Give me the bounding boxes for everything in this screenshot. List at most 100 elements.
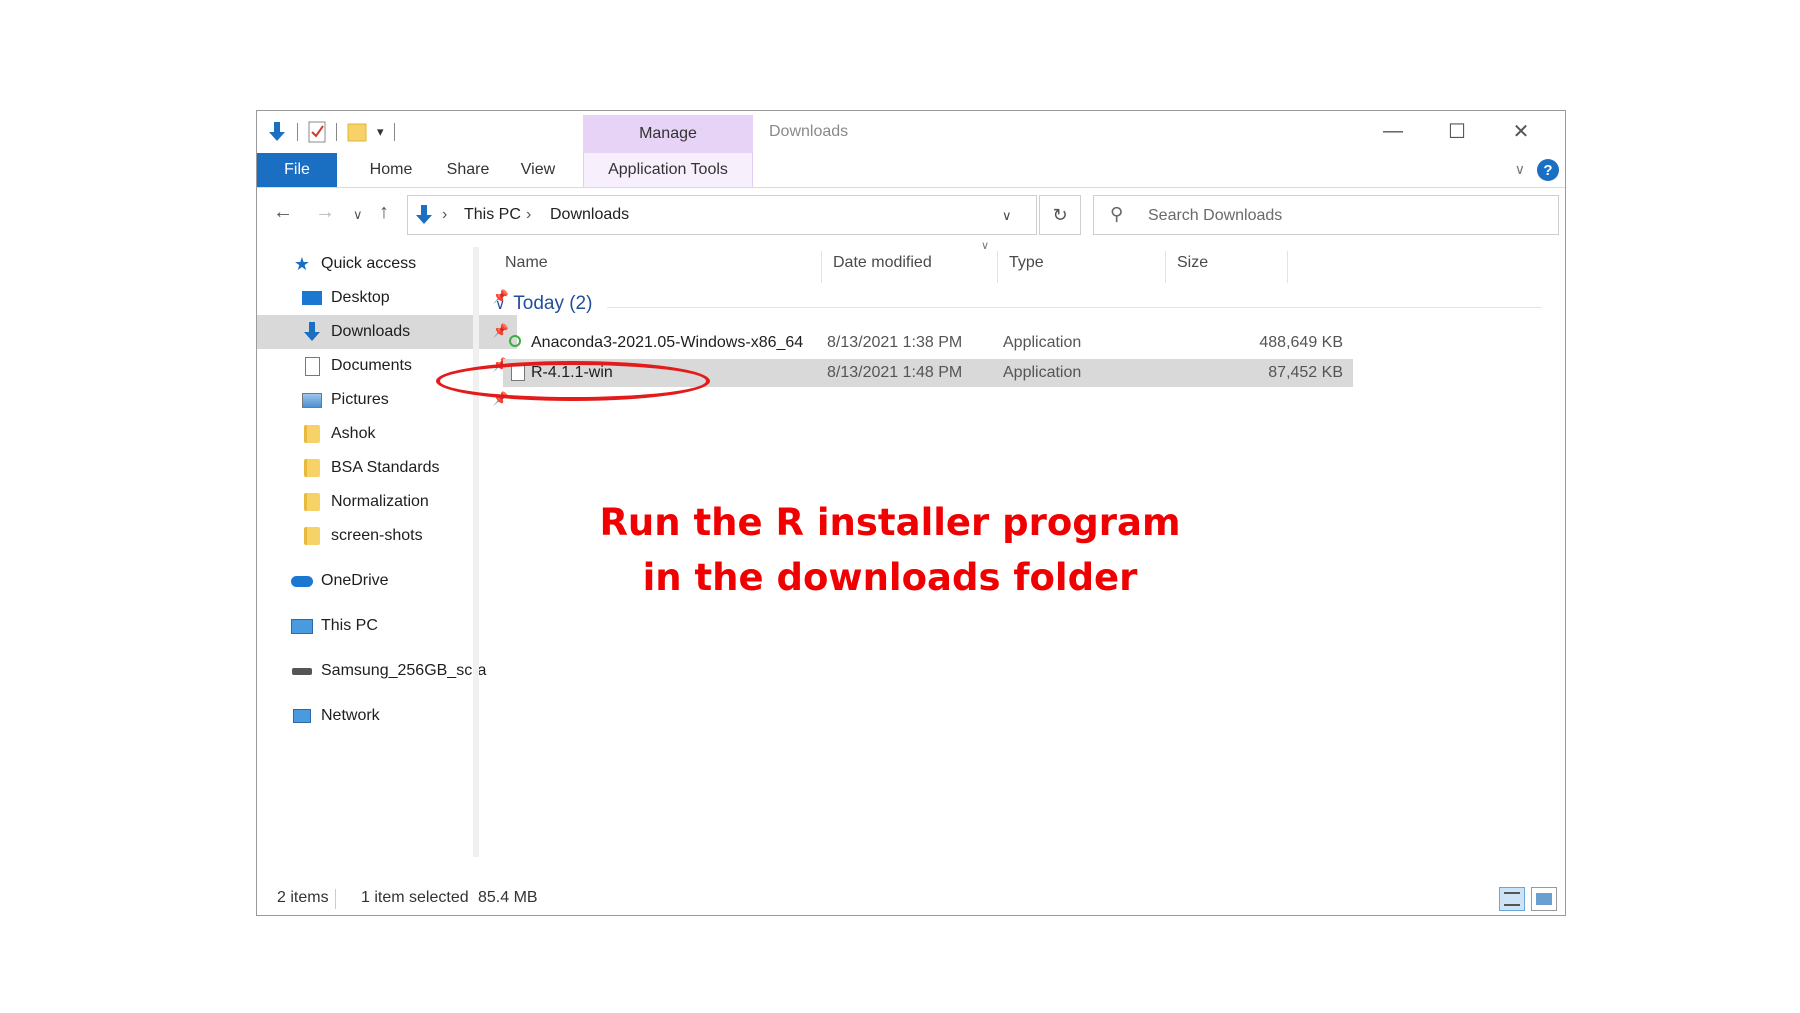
pictures-icon xyxy=(301,390,323,410)
sidebar-item-desktop[interactable]: Desktop 📌 xyxy=(257,281,517,315)
selection-size: 85.4 MB xyxy=(478,889,538,906)
refresh-button[interactable]: ↻ xyxy=(1039,195,1081,235)
file-date: 8/13/2021 1:48 PM xyxy=(827,364,963,381)
up-arrow-icon[interactable]: ↑ xyxy=(379,201,389,224)
group-header-today[interactable]: ∨ Today (2) xyxy=(495,293,592,315)
manage-context-tab[interactable]: Manage xyxy=(583,115,753,153)
instruction-line-2: in the downloads folder xyxy=(642,556,1138,599)
downloads-icon xyxy=(301,322,323,342)
sidebar-item-onedrive[interactable]: OneDrive xyxy=(257,564,507,598)
search-box[interactable]: ⚲ xyxy=(1093,195,1559,235)
sidebar-item-label: Pictures xyxy=(331,391,389,408)
breadcrumb-separator-icon: › xyxy=(442,206,448,223)
column-header-size[interactable]: Size xyxy=(1177,241,1208,285)
toolbar-divider xyxy=(393,123,395,141)
star-icon: ★ xyxy=(293,253,311,274)
large-icons-view-icon xyxy=(1536,893,1552,905)
group-divider xyxy=(607,307,1542,308)
breadcrumb-downloads[interactable]: Downloads xyxy=(550,206,629,224)
file-name: Anaconda3-2021.05-Windows-x86_64 xyxy=(531,334,804,351)
address-bar[interactable]: › This PC › Downloads ∨ xyxy=(407,195,1037,235)
sidebar-item-normalization[interactable]: Normalization xyxy=(257,485,517,519)
cloud-icon xyxy=(291,571,313,591)
tab-file[interactable]: File xyxy=(257,153,337,187)
download-arrow-icon[interactable] xyxy=(267,121,287,143)
minimize-button[interactable]: — xyxy=(1361,115,1425,147)
sidebar-item-downloads[interactable]: Downloads 📌 xyxy=(257,315,517,349)
drive-icon xyxy=(291,661,313,681)
column-divider xyxy=(997,251,998,283)
title-bar: ▾ Manage Downloads — ☐ ✕ xyxy=(257,111,1565,153)
column-header-date-modified[interactable]: Date modified xyxy=(833,241,932,285)
column-header-name[interactable]: Name xyxy=(505,241,548,285)
toolbar-divider xyxy=(297,123,298,141)
group-label: Today (2) xyxy=(513,293,593,314)
sidebar-item-label: OneDrive xyxy=(321,572,389,589)
selection-count: 1 item selected xyxy=(361,889,469,906)
column-divider xyxy=(1287,251,1288,283)
column-divider xyxy=(821,251,822,283)
details-view-icon xyxy=(1504,892,1520,906)
collapse-chevron-icon: ∨ xyxy=(495,295,506,312)
window-title: Downloads xyxy=(769,123,849,140)
sidebar-item-bsa-standards[interactable]: BSA Standards xyxy=(257,451,517,485)
folder-icon xyxy=(301,492,323,512)
large-icons-view-button[interactable] xyxy=(1531,887,1557,911)
tab-view[interactable]: View xyxy=(505,153,571,187)
close-button[interactable]: ✕ xyxy=(1489,115,1553,147)
recent-locations-chevron-icon[interactable]: ∨ xyxy=(353,207,363,223)
back-arrow-icon[interactable]: ← xyxy=(273,201,293,224)
sidebar-item-quick-access[interactable]: ★ Quick access xyxy=(257,247,507,281)
tab-application-tools[interactable]: Application Tools xyxy=(583,153,753,187)
sidebar-item-network[interactable]: Network xyxy=(257,699,507,733)
new-folder-icon[interactable] xyxy=(347,122,367,142)
file-date: 8/13/2021 1:38 PM xyxy=(827,334,963,351)
sidebar-item-label: BSA Standards xyxy=(331,459,440,476)
instruction-line-1: Run the R installer program xyxy=(599,501,1181,544)
column-divider xyxy=(1165,251,1166,283)
computer-icon xyxy=(291,616,313,636)
anaconda-icon xyxy=(509,335,521,347)
address-dropdown-chevron-icon[interactable]: ∨ xyxy=(1002,208,1012,224)
quick-access-toolbar: ▾ xyxy=(267,119,395,145)
file-size: 488,649 KB xyxy=(1259,334,1343,351)
ribbon-tabs: File Home Share View Application Tools ∨… xyxy=(257,153,1565,188)
sidebar-item-samsung-drive[interactable]: Samsung_256GB_scra xyxy=(257,654,507,688)
tab-share[interactable]: Share xyxy=(431,153,505,187)
details-view-button[interactable] xyxy=(1499,887,1525,911)
sidebar-item-label: Downloads xyxy=(331,323,411,340)
tab-home[interactable]: Home xyxy=(351,153,431,187)
sidebar-item-label: This PC xyxy=(321,617,378,634)
help-icon[interactable]: ? xyxy=(1537,159,1559,181)
sidebar-item-ashok[interactable]: Ashok xyxy=(257,417,517,451)
properties-icon[interactable] xyxy=(308,121,326,143)
sort-chevron-icon: ∨ xyxy=(981,240,990,252)
folder-icon xyxy=(301,458,323,478)
file-row-anaconda[interactable]: Anaconda3-2021.05-Windows-x86_64 8/13/20… xyxy=(503,329,1353,357)
search-input[interactable] xyxy=(1146,202,1550,230)
sidebar-item-this-pc[interactable]: This PC xyxy=(257,609,507,643)
file-type: Application xyxy=(1003,334,1082,351)
sidebar-item-label: Quick access xyxy=(321,255,417,272)
file-size: 87,452 KB xyxy=(1268,364,1343,381)
sidebar-item-label: Samsung_256GB_scra xyxy=(321,662,487,679)
navigation-pane: ★ Quick access Desktop 📌 Downloads 📌 Doc… xyxy=(257,247,517,857)
expand-ribbon-chevron-icon[interactable]: ∨ xyxy=(1515,161,1525,178)
breadcrumb-separator-icon: › xyxy=(526,206,532,223)
breadcrumb-this-pc[interactable]: This PC xyxy=(464,206,521,224)
sidebar-item-label: Network xyxy=(321,707,380,724)
status-divider xyxy=(335,889,336,909)
sidebar-item-label: Normalization xyxy=(331,493,429,510)
sidebar-item-label: Documents xyxy=(331,357,412,374)
folder-icon xyxy=(301,424,323,444)
documents-icon xyxy=(301,356,323,376)
forward-arrow-icon[interactable]: → xyxy=(315,201,335,224)
search-icon: ⚲ xyxy=(1110,204,1124,224)
refresh-icon: ↻ xyxy=(1052,204,1068,225)
folder-icon xyxy=(301,526,323,546)
customize-toolbar-icon[interactable]: ▾ xyxy=(377,124,384,140)
column-header-type[interactable]: Type xyxy=(1009,241,1044,285)
maximize-button[interactable]: ☐ xyxy=(1425,115,1489,147)
sidebar-item-label: screen-shots xyxy=(331,527,423,544)
sidebar-item-screen-shots[interactable]: screen-shots xyxy=(257,519,517,553)
